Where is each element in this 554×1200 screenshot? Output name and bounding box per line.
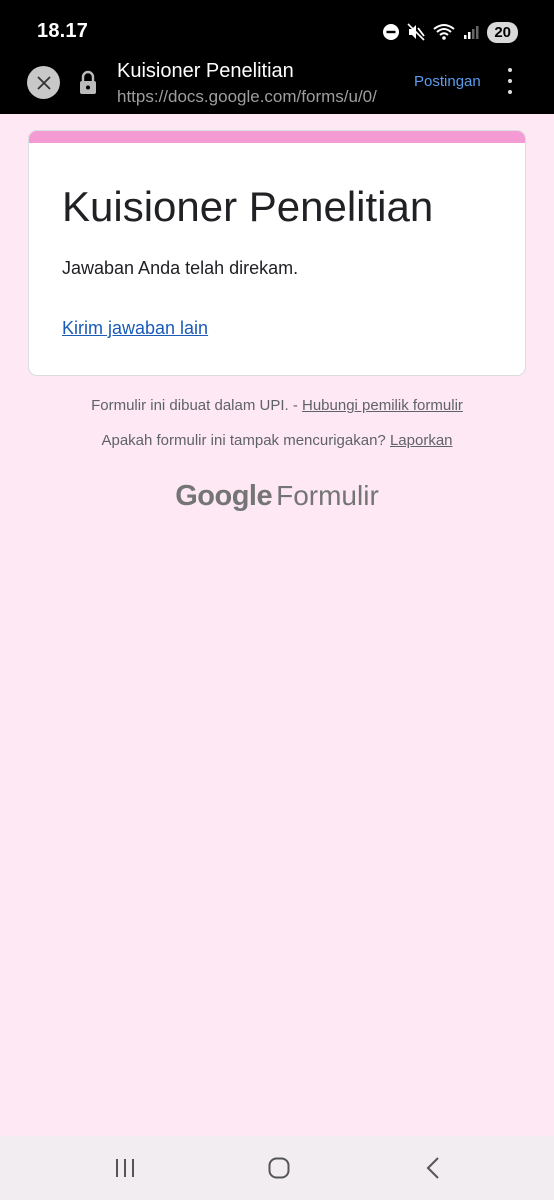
- status-icons: 20: [383, 20, 518, 44]
- recent-apps-icon[interactable]: [113, 1156, 137, 1180]
- google-forms-logo[interactable]: Google Formulir: [0, 480, 554, 513]
- post-button[interactable]: Postingan: [414, 73, 481, 90]
- signal-icon: [464, 26, 479, 39]
- card-accent: [29, 131, 525, 143]
- form-title: Kuisioner Penelitian: [62, 183, 434, 230]
- app-bar: Kuisioner Penelitian https://docs.google…: [0, 60, 554, 114]
- battery-icon: 20: [487, 21, 518, 43]
- footer-report-line: Apakah formulir ini tampak mencurigakan?…: [0, 432, 554, 449]
- system-nav-bar: [0, 1136, 554, 1200]
- status-time: 18.17: [37, 20, 89, 42]
- footer-owner-text: Formulir ini dibuat dalam UPI. -: [91, 397, 302, 414]
- close-button[interactable]: [27, 66, 60, 99]
- contact-owner-link[interactable]: Hubungi pemilik formulir: [302, 397, 463, 414]
- wifi-icon: [433, 24, 455, 40]
- status-bar: 18.17 20: [0, 0, 554, 62]
- brand-google: Google: [175, 480, 273, 512]
- back-icon[interactable]: [422, 1156, 446, 1180]
- confirmation-message: Jawaban Anda telah direkam.: [62, 258, 299, 278]
- page-url[interactable]: https://docs.google.com/forms/u/0/: [117, 87, 397, 107]
- confirmation-card: Kuisioner Penelitian Jawaban Anda telah …: [28, 130, 526, 376]
- close-icon: [36, 75, 51, 90]
- footer-owner-line: Formulir ini dibuat dalam UPI. - Hubungi…: [0, 397, 554, 414]
- submit-another-link[interactable]: Kirim jawaban lain: [62, 318, 208, 339]
- page-title: Kuisioner Penelitian: [117, 60, 294, 82]
- mute-icon: [407, 23, 426, 41]
- do-not-disturb-icon: [383, 24, 400, 40]
- more-vert-icon[interactable]: [500, 68, 520, 94]
- home-icon[interactable]: [267, 1156, 291, 1180]
- footer-report-text: Apakah formulir ini tampak mencurigakan?: [101, 432, 390, 449]
- brand-product: Formulir: [276, 480, 379, 511]
- lock-icon[interactable]: [78, 70, 98, 96]
- report-link[interactable]: Laporkan: [390, 432, 453, 449]
